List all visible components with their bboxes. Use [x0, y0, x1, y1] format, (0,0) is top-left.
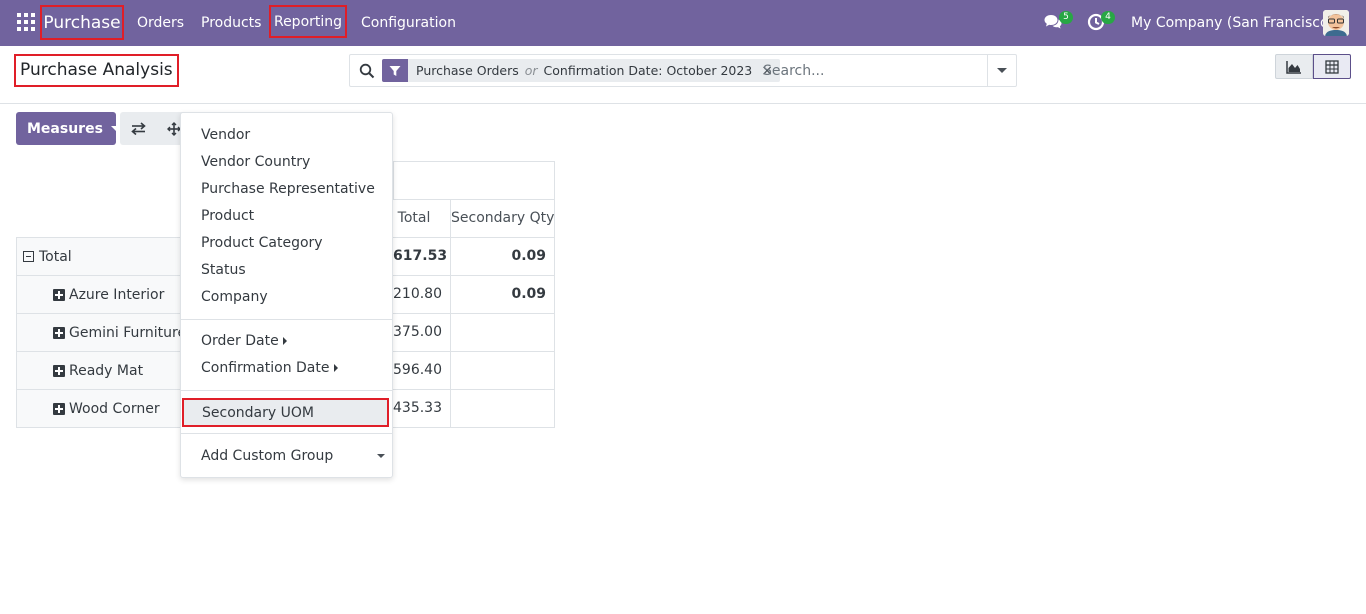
option-label: Secondary UOM	[202, 405, 314, 421]
row-label: Ready Mat	[69, 362, 144, 379]
cell-secondary-qty[interactable]	[450, 313, 555, 352]
groupby-dropdown-menu: Vendor Vendor Country Purchase Represent…	[180, 112, 393, 478]
table-icon	[1325, 59, 1339, 74]
groupby-option-purchase-representative[interactable]: Purchase Representative	[201, 179, 375, 199]
groupby-option-status[interactable]: Status	[201, 260, 246, 280]
chat-count-badge: 5	[1059, 11, 1073, 24]
row-label: Total	[39, 248, 72, 265]
caret-right-icon	[282, 337, 287, 345]
apps-grid-icon[interactable]	[17, 13, 35, 31]
search-input[interactable]	[763, 60, 983, 82]
menu-configuration[interactable]: Configuration	[361, 0, 456, 46]
expand-icon	[53, 364, 65, 377]
company-switcher[interactable]: My Company (San Francisco)	[1131, 0, 1334, 46]
row-header-azure-interior[interactable]: Azure Interior	[16, 275, 196, 314]
expand-arrows-icon	[167, 121, 181, 136]
control-panel: Purchase Analysis Purchase Orders or Con…	[0, 46, 1366, 104]
menu-divider	[181, 390, 392, 391]
search-icon	[359, 63, 375, 79]
column-group-header[interactable]	[393, 161, 555, 200]
top-navbar: Purchase Orders Products Reporting Confi…	[0, 0, 1366, 46]
groupby-option-vendor-country[interactable]: Vendor Country	[201, 152, 310, 172]
menu-divider	[181, 433, 392, 434]
facet-or-separator: or	[524, 63, 538, 78]
add-custom-group-select[interactable]: Add Custom Group	[201, 446, 333, 466]
groupby-option-company[interactable]: Company	[201, 287, 268, 307]
cell-secondary-qty[interactable]: 0.09	[450, 275, 555, 314]
cell-secondary-qty[interactable]	[450, 351, 555, 390]
graph-view-button[interactable]	[1275, 54, 1313, 79]
menu-orders[interactable]: Orders	[137, 0, 184, 46]
search-options-toggle[interactable]	[987, 55, 1016, 86]
flip-axis-icon	[130, 122, 146, 135]
search-facet: Purchase Orders or Confirmation Date: Oc…	[382, 59, 780, 82]
row-label: Azure Interior	[69, 286, 165, 303]
filter-icon	[382, 59, 408, 82]
user-avatar[interactable]	[1323, 10, 1349, 36]
chevron-down-icon	[377, 454, 385, 458]
menu-products[interactable]: Products	[201, 0, 261, 46]
row-label: Gemini Furniture	[69, 324, 187, 341]
facet-value-purchase-orders: Purchase Orders	[416, 63, 519, 78]
app-brand-purchase[interactable]: Purchase	[40, 5, 124, 40]
flip-axis-button[interactable]	[120, 112, 156, 145]
activity-count-badge: 4	[1101, 11, 1115, 24]
groupby-option-product[interactable]: Product	[201, 206, 254, 226]
row-label: Wood Corner	[69, 400, 160, 417]
groupby-option-product-category[interactable]: Product Category	[201, 233, 323, 253]
groupby-option-confirmation-date[interactable]: Confirmation Date	[201, 358, 338, 378]
page-title: Purchase Analysis	[14, 54, 179, 87]
menu-reporting[interactable]: Reporting	[269, 5, 347, 38]
chevron-down-icon	[997, 68, 1007, 73]
cell-secondary-qty[interactable]: 0.09	[450, 237, 555, 276]
pivot-view-button[interactable]	[1313, 54, 1351, 79]
groupby-option-secondary-uom[interactable]: Secondary UOM	[182, 398, 389, 427]
measures-label: Measures	[27, 120, 103, 137]
row-header-gemini-furniture[interactable]: Gemini Furniture	[16, 313, 196, 352]
caret-right-icon	[333, 364, 338, 372]
collapse-icon	[23, 251, 34, 262]
area-chart-icon	[1286, 60, 1301, 74]
facet-values: Purchase Orders or Confirmation Date: Oc…	[408, 63, 758, 78]
expand-icon	[53, 402, 65, 415]
menu-divider	[181, 319, 392, 320]
row-header-ready-mat[interactable]: Ready Mat	[16, 351, 196, 390]
column-header-secondary-qty[interactable]: Secondary Qty	[450, 199, 555, 238]
facet-value-confirmation-date: Confirmation Date: October 2023	[543, 63, 753, 78]
option-label: Order Date	[201, 333, 279, 349]
row-header-wood-corner[interactable]: Wood Corner	[16, 389, 196, 428]
option-label: Confirmation Date	[201, 360, 330, 376]
cell-secondary-qty[interactable]	[450, 389, 555, 428]
row-header-total[interactable]: Total	[16, 237, 196, 276]
expand-icon	[53, 288, 65, 301]
expand-icon	[53, 326, 65, 339]
groupby-option-order-date[interactable]: Order Date	[201, 331, 287, 351]
search-bar[interactable]: Purchase Orders or Confirmation Date: Oc…	[349, 54, 1017, 87]
groupby-option-vendor[interactable]: Vendor	[201, 125, 250, 145]
measures-button[interactable]: Measures	[16, 112, 121, 145]
